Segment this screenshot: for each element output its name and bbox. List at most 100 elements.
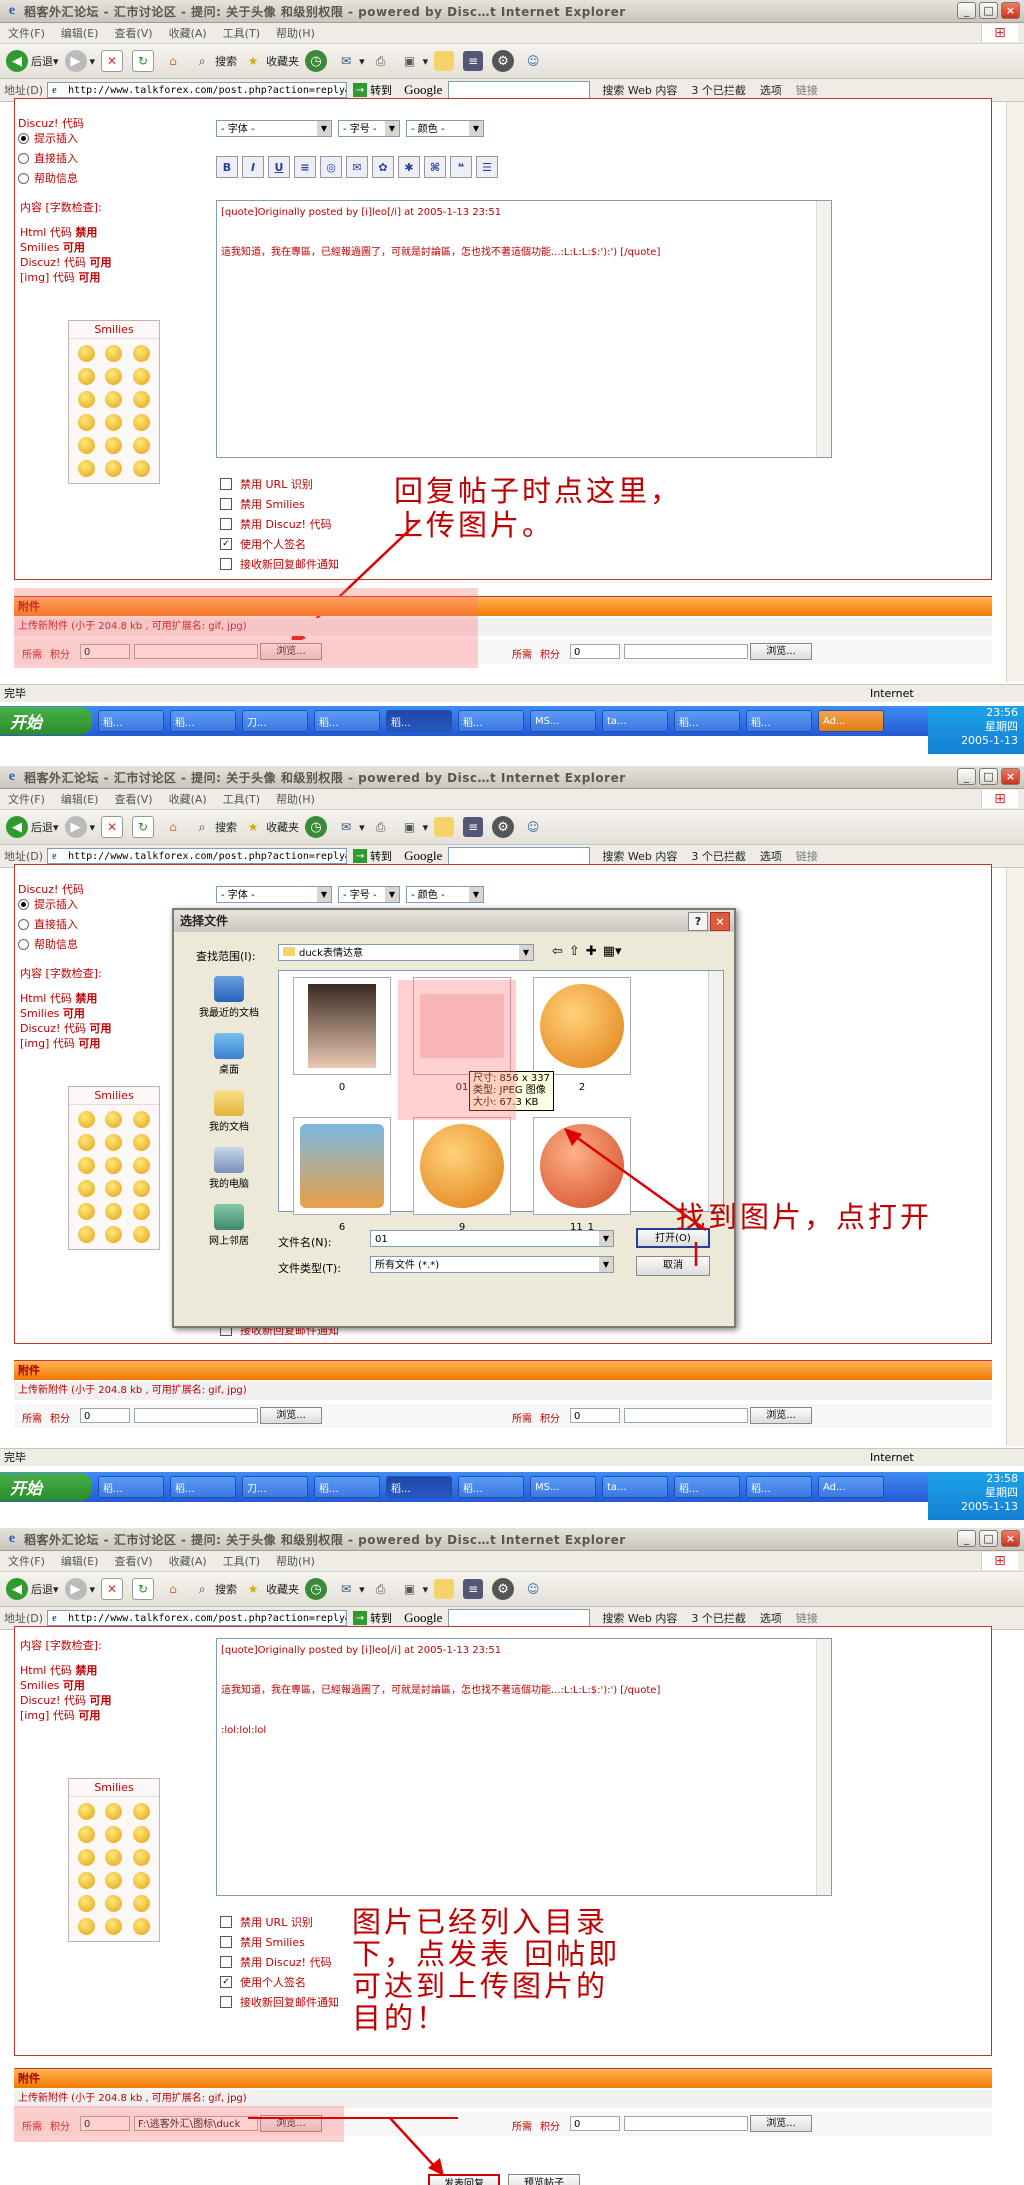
credits-input-2[interactable]: 0 xyxy=(570,1408,620,1423)
browse-button-2[interactable]: 浏览... xyxy=(750,2115,812,2132)
back-button[interactable]: ◀ 后退 ▾ xyxy=(6,50,59,72)
mail-button[interactable]: ✉ ▾ xyxy=(336,1579,365,1599)
smiley-icon[interactable] xyxy=(78,1134,96,1151)
menu-favorites[interactable]: 收藏(A) xyxy=(161,25,215,41)
code-button[interactable]: ⌘ xyxy=(424,156,446,178)
favorites-button[interactable]: ★ 收藏夹 xyxy=(243,51,299,71)
smiley-icon[interactable] xyxy=(78,1895,96,1912)
menu-view[interactable]: 查看(V) xyxy=(106,25,160,41)
center-button[interactable]: ≡ xyxy=(294,156,316,178)
google-search-input[interactable] xyxy=(448,847,591,865)
smiley-icon[interactable] xyxy=(78,1111,96,1128)
list-button[interactable]: ☰ xyxy=(476,156,498,178)
history-button[interactable]: ◷ xyxy=(305,1578,330,1600)
links-button[interactable]: 链接 xyxy=(796,1610,818,1626)
browse-button-2[interactable]: 浏览... xyxy=(750,643,812,660)
checkbox-email-notify[interactable]: 接收新回复邮件通知 xyxy=(220,1994,339,2010)
radio-prompt-insert[interactable]: 提示插入 xyxy=(18,131,84,146)
image-button[interactable]: ✿ xyxy=(372,156,394,178)
print-button[interactable]: ⎙ xyxy=(371,817,394,837)
smiley-icon[interactable] xyxy=(132,1826,150,1843)
stop-button[interactable]: ✕ xyxy=(101,50,126,72)
file-thumb[interactable]: 0 xyxy=(293,977,391,1093)
view-menu-icon[interactable]: ▦▾ xyxy=(603,944,622,959)
smiley-icon[interactable] xyxy=(78,1203,96,1220)
smiley-icon[interactable] xyxy=(105,1803,123,1820)
go-button[interactable]: → 转到 xyxy=(353,1610,392,1626)
taskbar-item[interactable]: 刀... xyxy=(242,710,308,732)
taskbar-item[interactable]: 稻... xyxy=(386,710,452,732)
popup-blocked-button[interactable]: 3 个已拦截 xyxy=(691,1610,746,1626)
color-select[interactable]: - 颜色 - xyxy=(406,886,484,903)
home-button[interactable]: ⌂ xyxy=(163,817,186,837)
start-button[interactable]: 开始 xyxy=(0,1473,92,1501)
lookin-select[interactable]: duck表情达意 xyxy=(278,944,534,961)
google-toolbar-logo[interactable]: Google xyxy=(404,1610,442,1626)
smiley-icon[interactable] xyxy=(105,1203,123,1220)
page-scrollbar[interactable] xyxy=(1006,868,1024,1446)
taskbar-item[interactable]: 稻... xyxy=(98,1476,164,1498)
search-button[interactable]: ⌕ 搜索 xyxy=(192,1579,237,1599)
taskbar-item[interactable]: MS... xyxy=(530,1476,596,1498)
smiley-icon[interactable] xyxy=(132,1849,150,1866)
taskbar-item[interactable]: ta... xyxy=(602,710,668,732)
checkbox-disable-discuz[interactable]: 禁用 Discuz! 代码 xyxy=(220,1954,331,1970)
smiley-icon[interactable] xyxy=(105,1826,123,1843)
print-button[interactable]: ⎙ xyxy=(371,51,394,71)
gear-button[interactable]: ⚙ xyxy=(492,816,517,838)
quote-button[interactable]: ❝ xyxy=(450,156,472,178)
print-button[interactable]: ⎙ xyxy=(371,1579,394,1599)
credits-input-2[interactable]: 0 xyxy=(570,644,620,659)
place-desktop[interactable]: 桌面 xyxy=(184,1033,274,1076)
checkbox-disable-url[interactable]: 禁用 URL 识别 xyxy=(220,1914,313,1930)
checkbox-disable-smilies[interactable]: 禁用 Smilies xyxy=(220,496,305,512)
radio-direct-insert[interactable]: 直接插入 xyxy=(18,151,84,166)
edit-button[interactable]: ▣ ▾ xyxy=(400,1579,428,1599)
search-web-button[interactable]: 搜索 Web 内容 xyxy=(602,1610,677,1626)
smiley-icon[interactable] xyxy=(132,1180,150,1197)
messenger-button[interactable]: ☺ xyxy=(523,817,546,837)
menu-file[interactable]: 文件(F) xyxy=(0,791,53,807)
place-my-computer[interactable]: 我的电脑 xyxy=(184,1147,274,1190)
go-button[interactable]: → 转到 xyxy=(353,848,392,864)
size-select[interactable]: - 字号 - xyxy=(338,886,400,903)
place-recent[interactable]: 我最近的文档 xyxy=(184,976,274,1019)
forward-button[interactable]: ▶ ▾ xyxy=(64,1578,95,1600)
smiley-icon[interactable] xyxy=(132,437,150,454)
smiley-icon[interactable] xyxy=(132,368,150,385)
file-path-input[interactable] xyxy=(134,1408,258,1423)
smiley-icon[interactable] xyxy=(78,414,96,431)
smiley-icon[interactable] xyxy=(132,1803,150,1820)
file-thumb[interactable]: 2 xyxy=(533,977,631,1093)
help-button[interactable]: ? xyxy=(688,912,708,931)
stop-button[interactable]: ✕ xyxy=(101,816,126,838)
preview-post-button[interactable]: 预览帖子 xyxy=(508,2174,580,2185)
menu-tools[interactable]: 工具(T) xyxy=(215,25,268,41)
url-input[interactable]: http://www.talkforex.com/post.php?action… xyxy=(47,848,348,864)
smiley-icon[interactable] xyxy=(105,437,123,454)
smiley-icon[interactable] xyxy=(105,1918,123,1935)
italic-button[interactable]: I xyxy=(242,156,264,178)
smiley-icon[interactable] xyxy=(132,1134,150,1151)
message-textarea[interactable]: [quote]Originally posted by [i]leo[/i] a… xyxy=(216,200,832,458)
taskbar-item[interactable]: 稻... xyxy=(746,1476,812,1498)
smiley-icon[interactable] xyxy=(132,345,150,362)
maximize-button[interactable]: □ xyxy=(979,2,998,19)
back-button[interactable]: ◀ 后退 ▾ xyxy=(6,816,59,838)
menu-tools[interactable]: 工具(T) xyxy=(215,1553,268,1569)
smiley-icon[interactable] xyxy=(105,1111,123,1128)
discuss-button[interactable] xyxy=(434,817,457,837)
message-textarea[interactable]: [quote]Originally posted by [i]leo[/i] a… xyxy=(216,1638,832,1896)
search-web-button[interactable]: 搜索 Web 内容 xyxy=(602,848,677,864)
taskbar-item[interactable]: 稻... xyxy=(746,710,812,732)
links-button[interactable]: 链接 xyxy=(796,848,818,864)
file-path-input-2[interactable] xyxy=(624,2116,748,2131)
radio-help-info[interactable]: 帮助信息 xyxy=(18,937,84,952)
options-button[interactable]: 选项 xyxy=(760,82,782,98)
discuss-button[interactable] xyxy=(434,51,457,71)
url-input[interactable]: http://www.talkforex.com/post.php?action… xyxy=(47,1610,348,1626)
smiley-icon[interactable] xyxy=(78,391,96,408)
messenger-button[interactable]: ☺ xyxy=(523,1579,546,1599)
research-button[interactable]: ≡ xyxy=(463,1579,486,1599)
taskbar-item[interactable]: 稻... xyxy=(674,710,740,732)
